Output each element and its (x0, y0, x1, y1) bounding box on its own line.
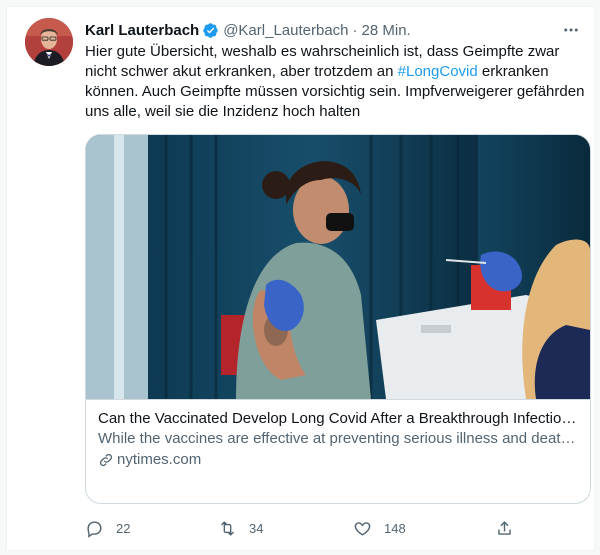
link-preview-card[interactable]: Can the Vaccinated Develop Long Covid Af… (85, 134, 591, 504)
tweet-card[interactable]: Karl Lauterbach @Karl_Lauterbach · 28 Mi… (6, 6, 595, 551)
verified-badge-icon (202, 22, 219, 39)
more-dots-icon[interactable] (562, 21, 580, 39)
card-image[interactable] (86, 135, 590, 399)
heart-icon (354, 522, 371, 536)
card-title[interactable]: Can the Vaccinated Develop Long Covid Af… (98, 409, 578, 429)
share-icon (498, 521, 511, 535)
reply-count: 22 (116, 521, 131, 536)
hashtag-link[interactable]: #LongCovid (398, 63, 478, 80)
reply-button[interactable]: 22 (85, 519, 130, 538)
card-domain[interactable]: nytimes.com (98, 450, 578, 470)
author-name[interactable]: Karl Lauterbach (85, 22, 199, 39)
tweet-text: Hier gute Übersicht, weshalb es wahrsche… (85, 42, 585, 122)
author-handle[interactable]: @Karl_Lauterbach (223, 22, 348, 39)
retweet-button[interactable]: 34 (218, 519, 263, 538)
like-count: 148 (384, 521, 406, 536)
retweet-count: 34 (249, 521, 264, 536)
avatar[interactable] (25, 18, 73, 66)
card-body[interactable]: Can the Vaccinated Develop Long Covid Af… (86, 399, 590, 503)
tweet-header: Karl Lauterbach @Karl_Lauterbach · 28 Mi… (85, 19, 580, 41)
card-description: While the vaccines are effective at prev… (98, 430, 578, 447)
action-bar: 22 34 148 (85, 519, 525, 541)
share-button[interactable] (495, 519, 514, 538)
like-button[interactable]: 148 (353, 519, 406, 538)
timestamp[interactable]: 28 Min. (362, 22, 411, 39)
retweet-icon (221, 521, 234, 536)
link-icon (99, 453, 113, 467)
separator-dot: · (352, 21, 358, 39)
card-domain-text: nytimes.com (117, 451, 202, 468)
reply-icon (87, 521, 102, 538)
